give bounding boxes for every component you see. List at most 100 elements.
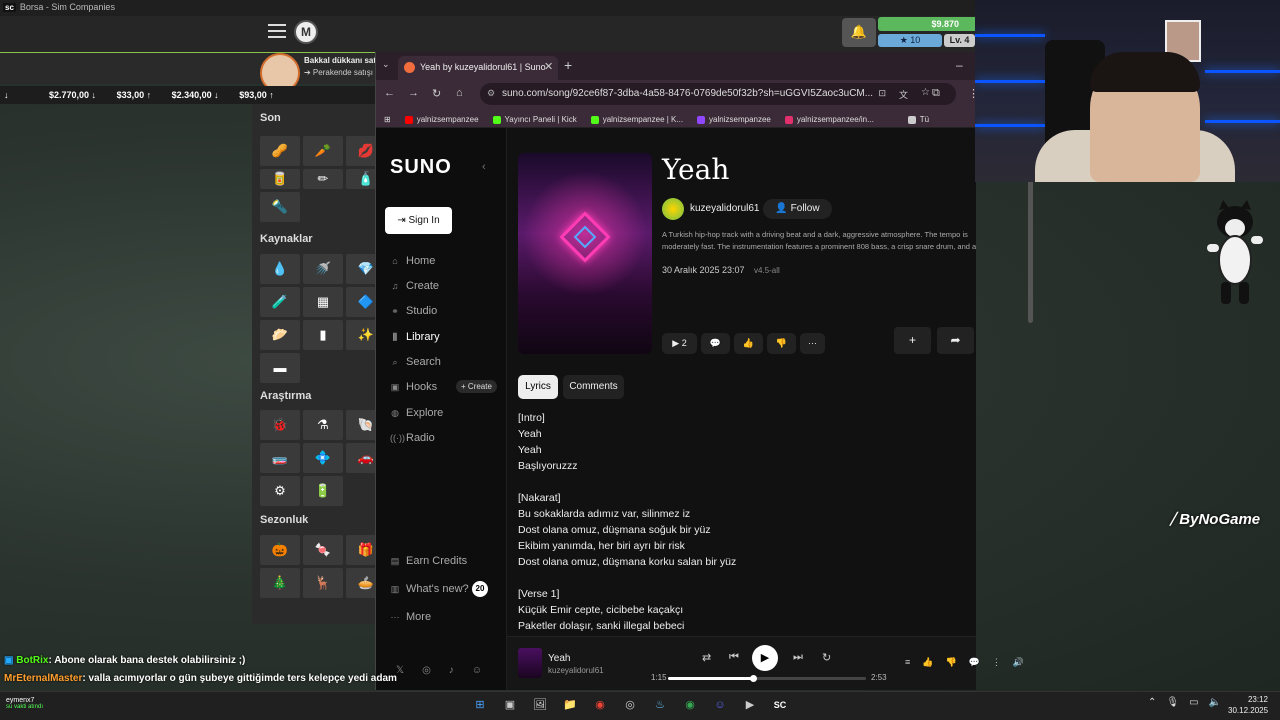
taskbar-user[interactable]: eymenx7 su vakti atındı [6, 697, 43, 710]
sign-in-button[interactable]: ⇥ Sign In [385, 207, 452, 234]
collapse-sidebar-icon[interactable]: ‹ [482, 161, 486, 173]
create-hook-button[interactable]: + Create [456, 380, 497, 393]
company-logo[interactable]: M [294, 20, 318, 44]
dislike-icon[interactable]: 👎 [767, 333, 796, 354]
comment-icon[interactable]: 💬 [969, 657, 980, 668]
bookmark-star-icon[interactable]: ☆ [921, 87, 930, 98]
forward-icon[interactable]: → [408, 87, 419, 99]
minimize-icon[interactable]: – [956, 58, 963, 72]
progress-knob[interactable] [750, 675, 758, 682]
next-icon[interactable]: ⏭ [793, 651, 803, 664]
steam-icon[interactable]: ♨ [650, 695, 670, 715]
nav-search[interactable]: ⌕ Search [390, 356, 440, 368]
shuffle-icon[interactable]: ⇄ [702, 651, 711, 664]
artist-avatar[interactable] [662, 198, 684, 220]
microphone-icon[interactable]: 🎙 [1166, 697, 1179, 708]
resource-item[interactable]: 🧫 [260, 443, 300, 473]
bookmark-item[interactable]: yalnizsempanzee [697, 112, 771, 127]
progress-bar[interactable] [668, 675, 866, 682]
site-info-icon[interactable]: ⚙ [487, 88, 495, 99]
resource-item[interactable]: 🔋 [303, 476, 343, 506]
follow-button[interactable]: 👤 Follow [763, 199, 832, 219]
chrome-profile-icon[interactable]: ◉ [680, 695, 700, 715]
nav-more[interactable]: ··· More [390, 611, 432, 623]
resource-item[interactable]: 🥜 [260, 136, 300, 166]
hamburger-menu-icon[interactable] [268, 24, 286, 40]
tab-comments[interactable]: Comments [563, 375, 624, 399]
bookmark-item[interactable]: Yayıncı Paneli | Kick [492, 112, 577, 127]
share-button[interactable]: ➦ [937, 327, 974, 354]
artist-name[interactable]: kuzeyalidorul61 [690, 203, 760, 214]
queue-icon[interactable]: ≡ [905, 657, 910, 668]
nav-studio[interactable]: ⚭ Studio [390, 305, 437, 317]
bookmark-item[interactable]: yalnizsempanzee | K... [590, 112, 683, 127]
resource-item[interactable]: 🔦 [260, 192, 300, 222]
extensions-icon[interactable]: ⧉ [932, 87, 940, 100]
nav-library[interactable]: ⫼ Library [390, 331, 440, 343]
resource-item[interactable]: 💠 [303, 443, 343, 473]
resource-item[interactable]: 🦌 [303, 568, 343, 598]
resource-item[interactable]: ✏ [303, 169, 343, 189]
nav-whats-new[interactable]: ▥ What's new? [390, 583, 469, 595]
resource-item[interactable]: 🥟 [260, 320, 300, 350]
play-count-button[interactable]: ▶ 2 [662, 333, 697, 354]
apps-icon[interactable]: ⊞ [384, 112, 391, 127]
nav-create[interactable]: ♫ Create [390, 280, 439, 292]
task-view-icon[interactable]: ▣ [500, 695, 520, 715]
resource-item[interactable]: 🥫 [260, 169, 300, 189]
tab-lyrics[interactable]: Lyrics [518, 375, 558, 399]
translate-icon[interactable]: 文 [899, 88, 908, 101]
volume-icon[interactable]: 🔈 [1209, 697, 1221, 708]
resource-item[interactable]: 🎄 [260, 568, 300, 598]
more-options-icon[interactable]: ⋮ [992, 657, 1001, 668]
chrome-icon[interactable]: ◉ [590, 695, 610, 715]
address-bar[interactable]: ⚙ suno.com/song/92ce6f87-3dba-4a58-8476-… [480, 83, 956, 105]
resource-item[interactable]: ⚗ [303, 410, 343, 440]
bookmark-folder[interactable]: Tü [907, 112, 929, 127]
tab-suno[interactable]: Yeah by kuzeyalidorul61 | Suno ✕ [398, 56, 558, 80]
install-icon[interactable]: ⊡ [878, 88, 886, 99]
display-icon[interactable]: ▭ [1189, 697, 1198, 708]
player-play-button[interactable]: ▶ [752, 645, 778, 671]
resource-item[interactable]: ▮ [303, 320, 343, 350]
notification-bell-icon[interactable]: 🔔 [842, 18, 876, 47]
bookmark-item[interactable]: yalnizsempanzee/in... [784, 112, 874, 127]
resource-item[interactable]: 💧 [260, 254, 300, 284]
discord-icon[interactable]: ☺ [710, 695, 730, 715]
nav-explore[interactable]: ◍ Explore [390, 407, 443, 419]
nav-home[interactable]: ⌂ Home [390, 255, 435, 267]
comment-icon[interactable]: 💬 [701, 333, 730, 354]
resource-item[interactable]: 🎃 [260, 535, 300, 565]
sim-companies-icon[interactable]: SC [770, 695, 790, 715]
resource-item[interactable]: 🚿 [303, 254, 343, 284]
resource-item[interactable]: 🐞 [260, 410, 300, 440]
nav-hooks[interactable]: ▣ Hooks [390, 381, 437, 393]
close-tab-icon[interactable]: ✕ [544, 60, 553, 73]
reload-icon[interactable]: ↻ [432, 87, 441, 100]
new-tab-icon[interactable]: + [564, 57, 572, 73]
paint-icon[interactable]: 🖼 [530, 695, 550, 715]
player-artist[interactable]: kuzeyalidorul61 [548, 666, 604, 675]
resource-item[interactable]: 🥕 [303, 136, 343, 166]
media-player-icon[interactable]: ▶ [740, 695, 760, 715]
dislike-icon[interactable]: 👎 [945, 657, 956, 668]
tray-overflow-icon[interactable]: ⌃ [1148, 697, 1156, 708]
repeat-icon[interactable]: ↻ [822, 651, 831, 664]
previous-icon[interactable]: ⏮ [729, 651, 739, 664]
scrollbar-thumb[interactable] [1028, 163, 1033, 323]
tab-list-icon[interactable]: ⌄ [382, 59, 390, 70]
like-icon[interactable]: 👍 [922, 657, 933, 668]
resource-item[interactable]: ▬ [260, 353, 300, 383]
file-explorer-icon[interactable]: 📁 [560, 695, 580, 715]
obs-icon[interactable]: ◎ [620, 695, 640, 715]
resource-item[interactable]: ⚙ [260, 476, 300, 506]
like-icon[interactable]: 👍 [734, 333, 763, 354]
volume-icon[interactable]: 🔊 [1013, 657, 1024, 668]
resource-item[interactable]: 🧪 [260, 287, 300, 317]
resource-item[interactable]: 🍬 [303, 535, 343, 565]
taskbar-clock[interactable]: 23:12 30.12.2025 [1228, 694, 1268, 716]
add-to-playlist-button[interactable]: + [894, 327, 931, 354]
more-options-icon[interactable]: ··· [800, 333, 825, 354]
bookmark-item[interactable]: yalnizsempanzee [404, 112, 479, 127]
suno-logo[interactable]: SUNO [390, 156, 452, 179]
